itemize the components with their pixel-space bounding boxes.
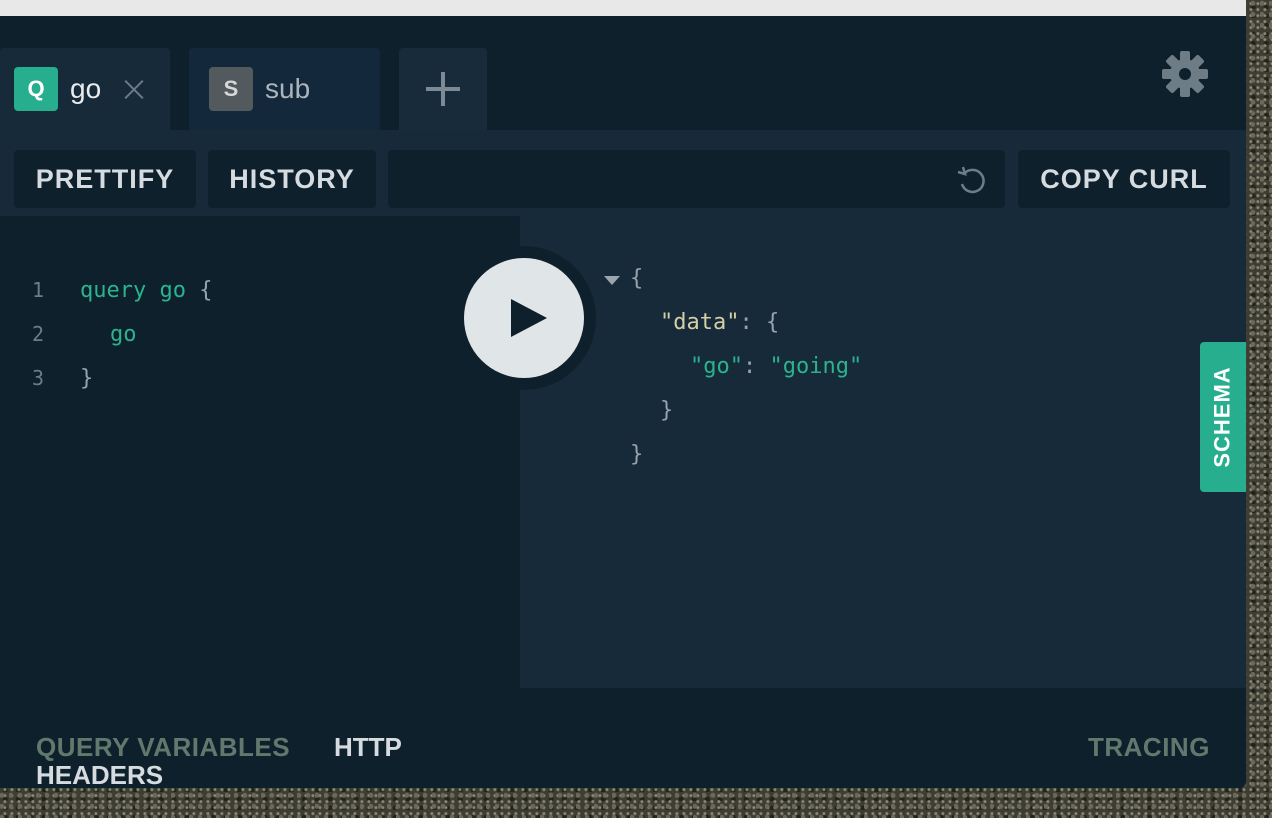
line-number: 1 (32, 278, 45, 302)
code-line: 1 query go { (0, 268, 520, 312)
play-icon (511, 299, 547, 337)
http-headers-tab[interactable]: HTTP (334, 732, 402, 763)
prettify-button[interactable]: PRETTIFY (14, 150, 196, 208)
operation-name: go (159, 277, 186, 303)
brace: { (199, 277, 213, 303)
tab-sub[interactable]: S sub (189, 48, 380, 130)
bottom-bar: QUERY VARIABLES HTTP HEADERS TRACING (0, 688, 1246, 790)
json-value: "going" (769, 354, 863, 379)
code-line: 2 go (0, 312, 520, 356)
json-colon: : (739, 310, 753, 335)
plus-icon (426, 72, 460, 106)
close-icon[interactable] (123, 78, 145, 100)
browser-top-strip (0, 0, 1246, 16)
tracing-tab[interactable]: TRACING (1088, 732, 1210, 763)
result-pane: { "data": { "go": "going" } } (520, 216, 1246, 688)
json-colon: : (742, 354, 757, 379)
run-button-face (464, 258, 584, 378)
endpoint-url-input[interactable] (388, 150, 1005, 208)
code-line: 3 } (0, 356, 520, 400)
json-key: "go" (690, 354, 743, 379)
gear-icon[interactable] (1161, 50, 1209, 98)
history-button[interactable]: HISTORY (208, 150, 376, 208)
tab-label: go (70, 73, 102, 104)
line-number: 3 (32, 366, 45, 390)
copy-curl-button[interactable]: COPY CURL (1018, 150, 1230, 208)
query-badge: Q (14, 67, 58, 111)
json-brace: { (630, 266, 644, 291)
reload-icon[interactable] (955, 164, 989, 198)
toolbar: PRETTIFY HISTORY COPY CURL (0, 130, 1246, 230)
query-editor[interactable]: 1 query go { 2 go 3 } (0, 216, 520, 688)
subscription-badge: S (209, 67, 253, 111)
json-brace: } (660, 398, 674, 423)
add-tab-button[interactable] (399, 48, 487, 130)
brace: } (80, 365, 94, 391)
tab-label: sub (265, 73, 311, 104)
json-brace: } (630, 442, 644, 467)
field-name: go (110, 321, 137, 347)
keyword: query (80, 277, 147, 303)
line-number: 2 (32, 322, 45, 346)
fold-icon[interactable] (604, 276, 620, 285)
json-key: "data" (660, 310, 740, 335)
tab-go[interactable]: Q go (0, 48, 170, 130)
json-brace: { (765, 310, 780, 335)
query-variables-tab[interactable]: QUERY VARIABLES (36, 732, 290, 763)
schema-label: SCHEMA (1210, 366, 1235, 468)
http-headers-tab-continued[interactable]: HEADERS (36, 760, 163, 791)
schema-tab[interactable]: SCHEMA (1200, 342, 1246, 492)
run-button[interactable] (452, 246, 596, 390)
